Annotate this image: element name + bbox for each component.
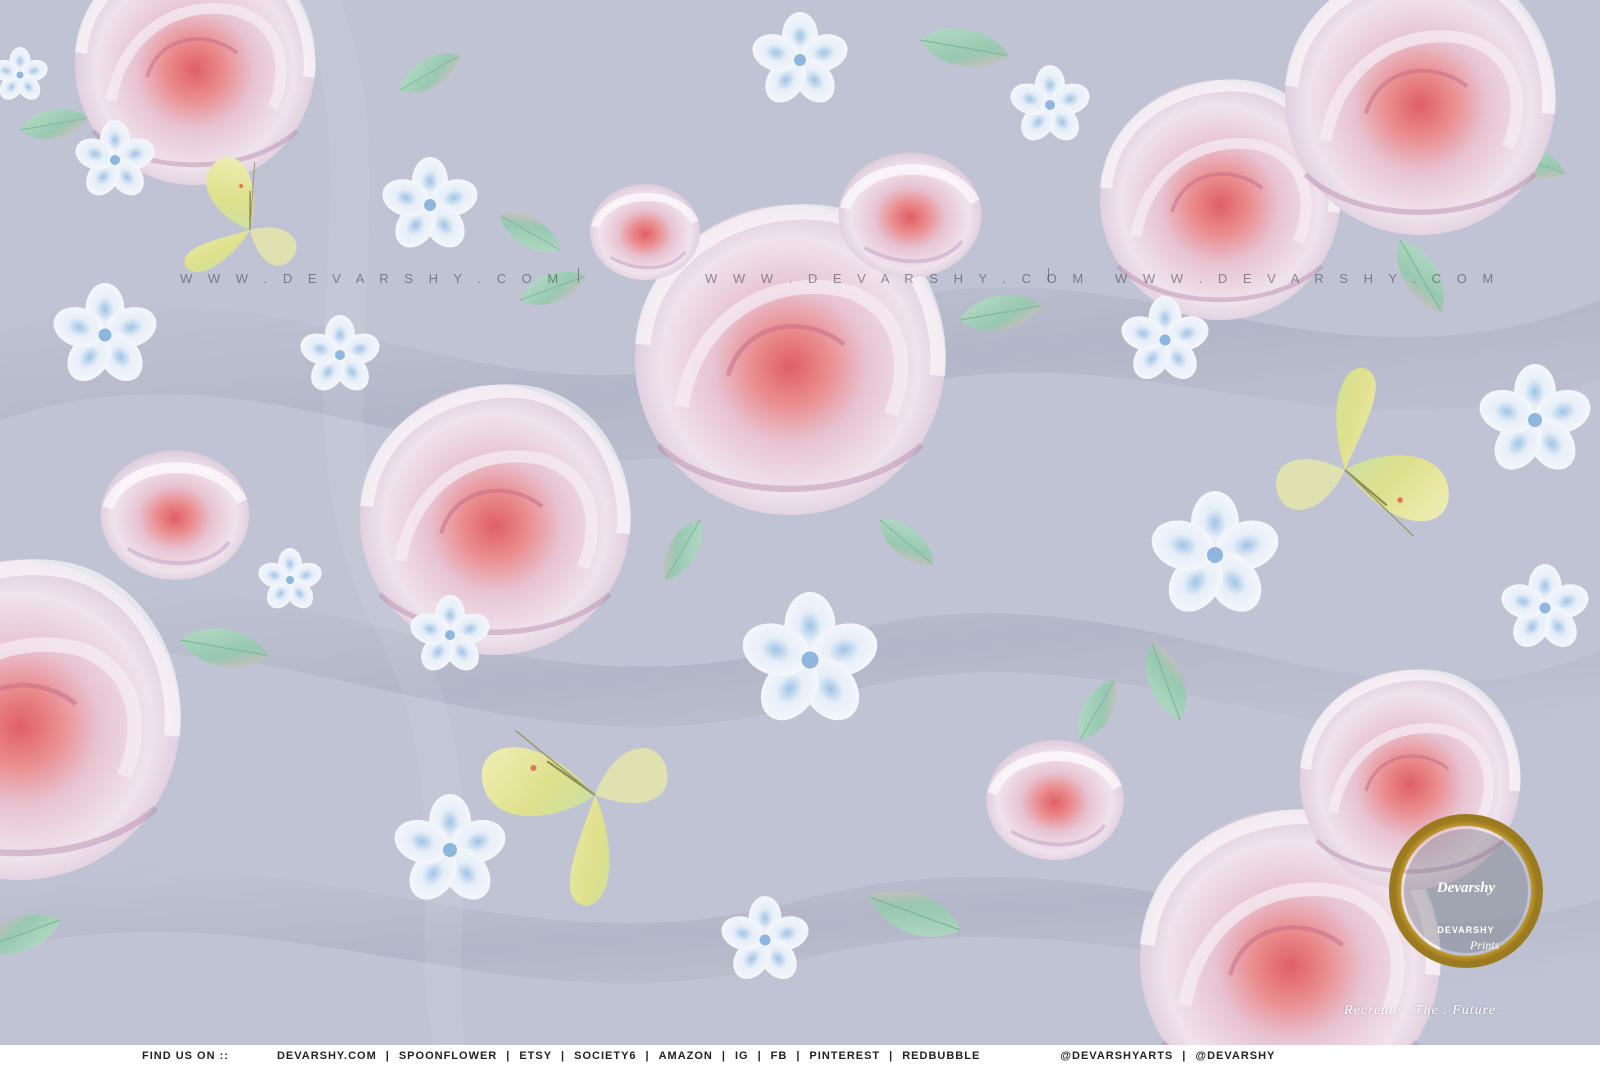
footer-handle-prefix: @DEVARSHY — [1060, 1050, 1140, 1062]
footer-handle-arts[interactable]: @DEVARSHYARTS — [1060, 1050, 1173, 1062]
footer-handle-devarshy[interactable]: @DEVARSHY — [1195, 1050, 1275, 1062]
logo-subtitle: DEVARSHY — [1437, 925, 1495, 935]
watermark-divider — [578, 268, 579, 282]
logo-name: Devarshy — [1436, 880, 1496, 896]
footer-link-society6[interactable]: SOCIETY6 — [574, 1050, 636, 1062]
footer-bar: FIND US ON :: DEVARSHY.COM | SPOONFLOWER… — [0, 1045, 1600, 1067]
footer-link-etsy[interactable]: ETSY — [519, 1050, 552, 1062]
logo-tagline: Recreate . The . Future . — [1344, 1003, 1505, 1018]
footer-link-amazon[interactable]: AMAZON — [659, 1050, 713, 1062]
floral-fabric-image — [0, 0, 1600, 1067]
footer-link-pinterest[interactable]: PINTEREST — [809, 1050, 880, 1062]
watermark-divider — [1048, 268, 1049, 282]
footer-handle-suffix: ARTS — [1139, 1050, 1174, 1062]
footer-link-ig[interactable]: IG — [735, 1050, 749, 1062]
footer-link-devarshy[interactable]: DEVARSHY.COM — [277, 1050, 377, 1062]
watermark-text: W W W . D E V A R S H Y . C O M — [180, 271, 565, 286]
footer-link-spoonflower[interactable]: SPOONFLOWER — [399, 1050, 497, 1062]
footer-link-fb[interactable]: FB — [771, 1050, 788, 1062]
watermark-text: W W W . D E V A R S H Y . C O M — [1115, 271, 1500, 286]
footer-link-redbubble[interactable]: REDBUBBLE — [902, 1050, 980, 1062]
watermark-text: W W W . D E V A R S H Y . C O M — [705, 271, 1090, 286]
logo-prints-script: Prints — [1470, 938, 1500, 952]
footer-find-us-label: FIND US ON :: — [142, 1050, 229, 1062]
